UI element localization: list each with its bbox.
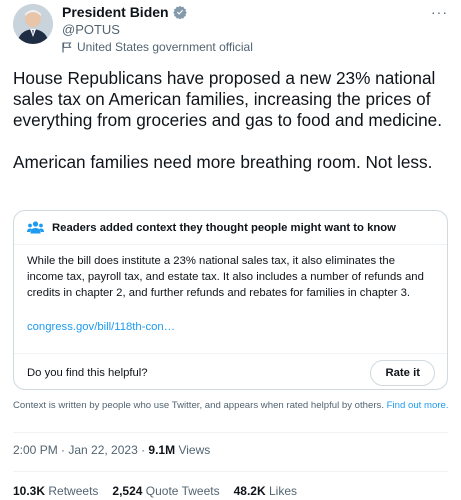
likes-stat[interactable]: 48.2K Likes (234, 484, 297, 498)
verified-badge-icon (172, 5, 187, 19)
views-label: Views (175, 443, 211, 457)
flag-icon (62, 42, 72, 52)
community-note-header: Readers added context they thought peopl… (14, 211, 447, 244)
community-note-title: Readers added context they thought peopl… (52, 221, 396, 234)
people-icon (27, 221, 44, 234)
timestamp[interactable]: 2:00 PM · Jan 22, 2023 · (13, 443, 148, 457)
timestamp-row: 2:00 PM · Jan 22, 2023 · 9.1M Views (13, 443, 210, 457)
retweets-label: Retweets (48, 484, 99, 498)
more-icon[interactable]: ··· (431, 4, 448, 20)
community-note-card: Readers added context they thought peopl… (13, 210, 448, 390)
quotes-count: 2,524 (112, 484, 143, 498)
quotes-label: Quote Tweets (145, 484, 220, 498)
author-handle[interactable]: @POTUS (62, 22, 120, 37)
tweet-text: House Republicans have proposed a new 23… (13, 68, 453, 173)
community-note-source-link[interactable]: congress.gov/bill/118th-con… (27, 319, 434, 335)
divider (13, 471, 448, 472)
helpful-question: Do you find this helpful? (27, 366, 148, 379)
retweets-stat[interactable]: 10.3K Retweets (13, 484, 98, 498)
engagement-stats: 10.3K Retweets 2,524 Quote Tweets 48.2K … (13, 484, 297, 498)
author-name-row: President Biden (62, 4, 187, 20)
context-disclaimer-text: Context is written by people who use Twi… (13, 400, 384, 411)
retweets-count: 10.3K (13, 484, 46, 498)
community-note-body: While the bill does institute a 23% nati… (14, 245, 447, 353)
find-out-more-link[interactable]: Find out more. (387, 400, 449, 411)
divider (13, 432, 448, 433)
tweet: President Biden @POTUS United States gov… (0, 0, 461, 500)
avatar[interactable] (13, 4, 53, 44)
tweet-paragraph: House Republicans have proposed a new 23… (13, 68, 442, 130)
quotes-stat[interactable]: 2,524 Quote Tweets (112, 484, 219, 498)
government-label: United States government official (62, 40, 253, 54)
tweet-paragraph: American families need more breathing ro… (13, 152, 433, 172)
government-label-text: United States government official (77, 40, 253, 54)
author-name[interactable]: President Biden (62, 4, 169, 20)
views-count: 9.1M (148, 443, 176, 457)
likes-label: Likes (268, 484, 297, 498)
context-disclaimer: Context is written by people who use Twi… (13, 399, 453, 412)
community-note-footer: Do you find this helpful? Rate it (14, 354, 447, 389)
rate-it-button[interactable]: Rate it (370, 359, 435, 386)
community-note-text: While the bill does institute a 23% nati… (27, 255, 424, 299)
likes-count: 48.2K (233, 484, 266, 498)
